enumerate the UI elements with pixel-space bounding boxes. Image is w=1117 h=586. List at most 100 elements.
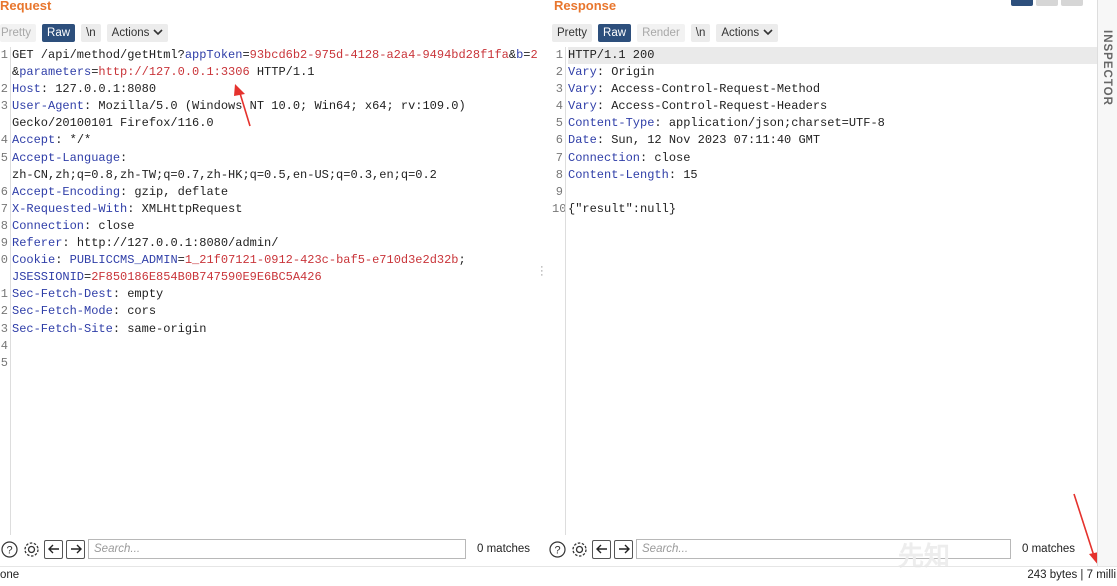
code-token: {"result":null} — [568, 201, 677, 216]
previous-match-button[interactable] — [44, 539, 63, 559]
layout-split-button[interactable] — [1011, 0, 1033, 6]
chevron-down-icon — [153, 27, 163, 39]
code-line[interactable]: &parameters=http://127.0.0.1:3306 HTTP/1… — [12, 64, 540, 81]
line-number: 10 — [552, 201, 566, 216]
request-editor[interactable]: 1 2 3 4 5 6 7 8 9 0 1 2 3 4 5 GET /api/method/getHtml?… — [0, 47, 540, 535]
response-match-count: 0 matches — [1022, 543, 1076, 555]
code-token: Accept-Encoding — [12, 184, 121, 199]
code-token: X-Requested-With — [12, 201, 128, 216]
code-token: JSESSIONID — [12, 270, 85, 285]
layout-vertical-button[interactable] — [1061, 0, 1083, 6]
code-token: PUBLICCMS_ADMIN — [69, 253, 178, 268]
code-token: : Access-Control-Request-Headers — [596, 99, 828, 114]
line-number: 6 — [0, 184, 8, 199]
inspector-panel[interactable]: INSPECTOR — [1097, 0, 1117, 566]
code-line[interactable]: Host: 127.0.0.1:8080 — [12, 81, 540, 98]
code-line[interactable]: Vary: Access-Control-Request-Headers — [568, 98, 1097, 115]
code-token: : Access-Control-Request-Method — [596, 82, 821, 97]
previous-match-button[interactable] — [592, 539, 611, 559]
line-number: 3 — [555, 82, 563, 97]
line-number: 1 — [555, 48, 563, 62]
code-line[interactable]: Connection: close — [12, 218, 540, 235]
response-editor[interactable]: 1 2 3 4 5 6 7 8 9 10 HTTP/1.1 200 Vary: Origin Vary… — [552, 47, 1097, 535]
request-line-numbers: 1 2 3 4 5 6 7 8 9 0 1 2 3 4 5 — [0, 47, 11, 535]
request-search-bar: ? Search... 0 matches — [0, 538, 530, 560]
response-raw-tab[interactable]: Raw — [598, 24, 632, 42]
response-search-bar: ? Search... 0 matches — [548, 538, 1075, 560]
request-actions-button[interactable]: Actions — [106, 24, 169, 42]
code-token: 2F850186E854B0B747590E9E6BC5A426 — [91, 270, 322, 285]
code-line[interactable] — [568, 184, 1097, 201]
code-line[interactable] — [12, 355, 540, 372]
code-line[interactable]: X-Requested-With: XMLHttpRequest — [12, 201, 540, 218]
gear-icon[interactable] — [570, 540, 589, 559]
request-match-count: 0 matches — [477, 543, 531, 555]
code-line[interactable]: Sec-Fetch-Mode: cors — [12, 303, 540, 320]
line-number: 4 — [555, 99, 563, 114]
next-match-button[interactable] — [614, 539, 633, 559]
code-line[interactable]: zh-CN,zh;q=0.8,zh-TW;q=0.7,zh-HK;q=0.5,e… — [12, 167, 540, 184]
response-search-input[interactable]: Search... — [636, 539, 1011, 559]
code-token: = — [242, 48, 250, 62]
response-pretty-tab[interactable]: Pretty — [552, 24, 593, 42]
response-newline-toggle[interactable]: \n — [690, 24, 711, 42]
request-toolbar: Pretty Raw \n Actions — [0, 24, 169, 42]
help-icon[interactable]: ? — [548, 540, 567, 559]
gear-icon[interactable] — [22, 540, 41, 559]
response-body[interactable]: HTTP/1.1 200 Vary: Origin Vary: Access-Con… — [568, 47, 1097, 218]
code-line[interactable]: Content-Length: 15 — [568, 167, 1097, 184]
next-match-button[interactable] — [66, 539, 85, 559]
code-token: GET /api/method/getHtml? — [12, 48, 185, 62]
code-line[interactable]: Accept-Encoding: gzip, deflate — [12, 184, 540, 201]
code-line[interactable]: Sec-Fetch-Dest: empty — [12, 286, 540, 303]
response-actions-button[interactable]: Actions — [716, 24, 779, 42]
code-line[interactable]: Referer: http://127.0.0.1:8080/admin/ — [12, 235, 540, 252]
line-number: 7 — [555, 150, 563, 165]
line-number: 8 — [0, 218, 8, 233]
chevron-down-icon — [763, 27, 773, 39]
code-line[interactable]: Accept-Language: — [12, 150, 540, 167]
code-line[interactable] — [12, 338, 540, 355]
code-line[interactable]: Accept: */* — [12, 132, 540, 149]
request-body[interactable]: GET /api/method/getHtml?appToken=93bcd6b… — [12, 47, 540, 372]
code-token: : — [55, 253, 70, 268]
code-token: Sec-Fetch-Site — [12, 321, 113, 336]
code-token: ; — [458, 253, 466, 268]
code-token: : XMLHttpRequest — [127, 201, 243, 216]
response-title: Response — [554, 0, 617, 13]
inspector-label: INSPECTOR — [1101, 30, 1113, 106]
code-token: : */* — [55, 133, 92, 148]
help-icon[interactable]: ? — [0, 540, 19, 559]
code-line[interactable]: JSESSIONID=2F850186E854B0B747590E9E6BC5A… — [12, 269, 540, 286]
code-line[interactable]: HTTP/1.1 200 — [568, 47, 1097, 65]
layout-horizontal-button[interactable] — [1036, 0, 1058, 6]
code-token: : 127.0.0.1:8080 — [40, 82, 157, 97]
code-line[interactable]: User-Agent: Mozilla/5.0 (Windows NT 10.0… — [12, 98, 540, 115]
line-number: 6 — [555, 133, 563, 148]
code-token: : Origin — [596, 65, 655, 80]
response-render-tab[interactable]: Render — [637, 24, 685, 42]
code-line[interactable]: Sec-Fetch-Site: same-origin — [12, 321, 540, 338]
code-line[interactable]: Gecko/20100101 Firefox/116.0 — [12, 115, 540, 132]
code-line[interactable]: Cookie: PUBLICCMS_ADMIN=1_21f07121-0912-… — [12, 252, 540, 269]
svg-text:?: ? — [6, 544, 12, 556]
request-newline-toggle[interactable]: \n — [81, 24, 101, 42]
code-token: Accept-Language — [12, 150, 121, 165]
code-line[interactable]: Vary: Origin — [568, 64, 1097, 81]
code-line[interactable]: Content-Type: application/json;charset=U… — [568, 115, 1097, 132]
code-token: : 15 — [668, 167, 698, 182]
request-pretty-tab[interactable]: Pretty — [0, 24, 37, 42]
code-line[interactable]: Connection: close — [568, 150, 1097, 167]
annotation-arrow-icon — [234, 84, 251, 127]
request-raw-tab[interactable]: Raw — [42, 24, 76, 42]
code-line[interactable]: {"result":null} — [568, 201, 1097, 218]
line-number — [0, 115, 8, 132]
code-line[interactable]: GET /api/method/getHtml?appToken=93bcd6b… — [12, 47, 540, 64]
pane-resize-handle[interactable]: · · · — [540, 262, 544, 281]
line-number — [0, 64, 8, 81]
code-line[interactable]: Vary: Access-Control-Request-Method — [568, 81, 1097, 98]
code-token: Accept — [12, 133, 56, 148]
request-title: Request — [0, 0, 52, 13]
code-line[interactable]: Date: Sun, 12 Nov 2023 07:11:40 GMT — [568, 132, 1097, 149]
request-search-input[interactable]: Search... — [88, 539, 466, 559]
